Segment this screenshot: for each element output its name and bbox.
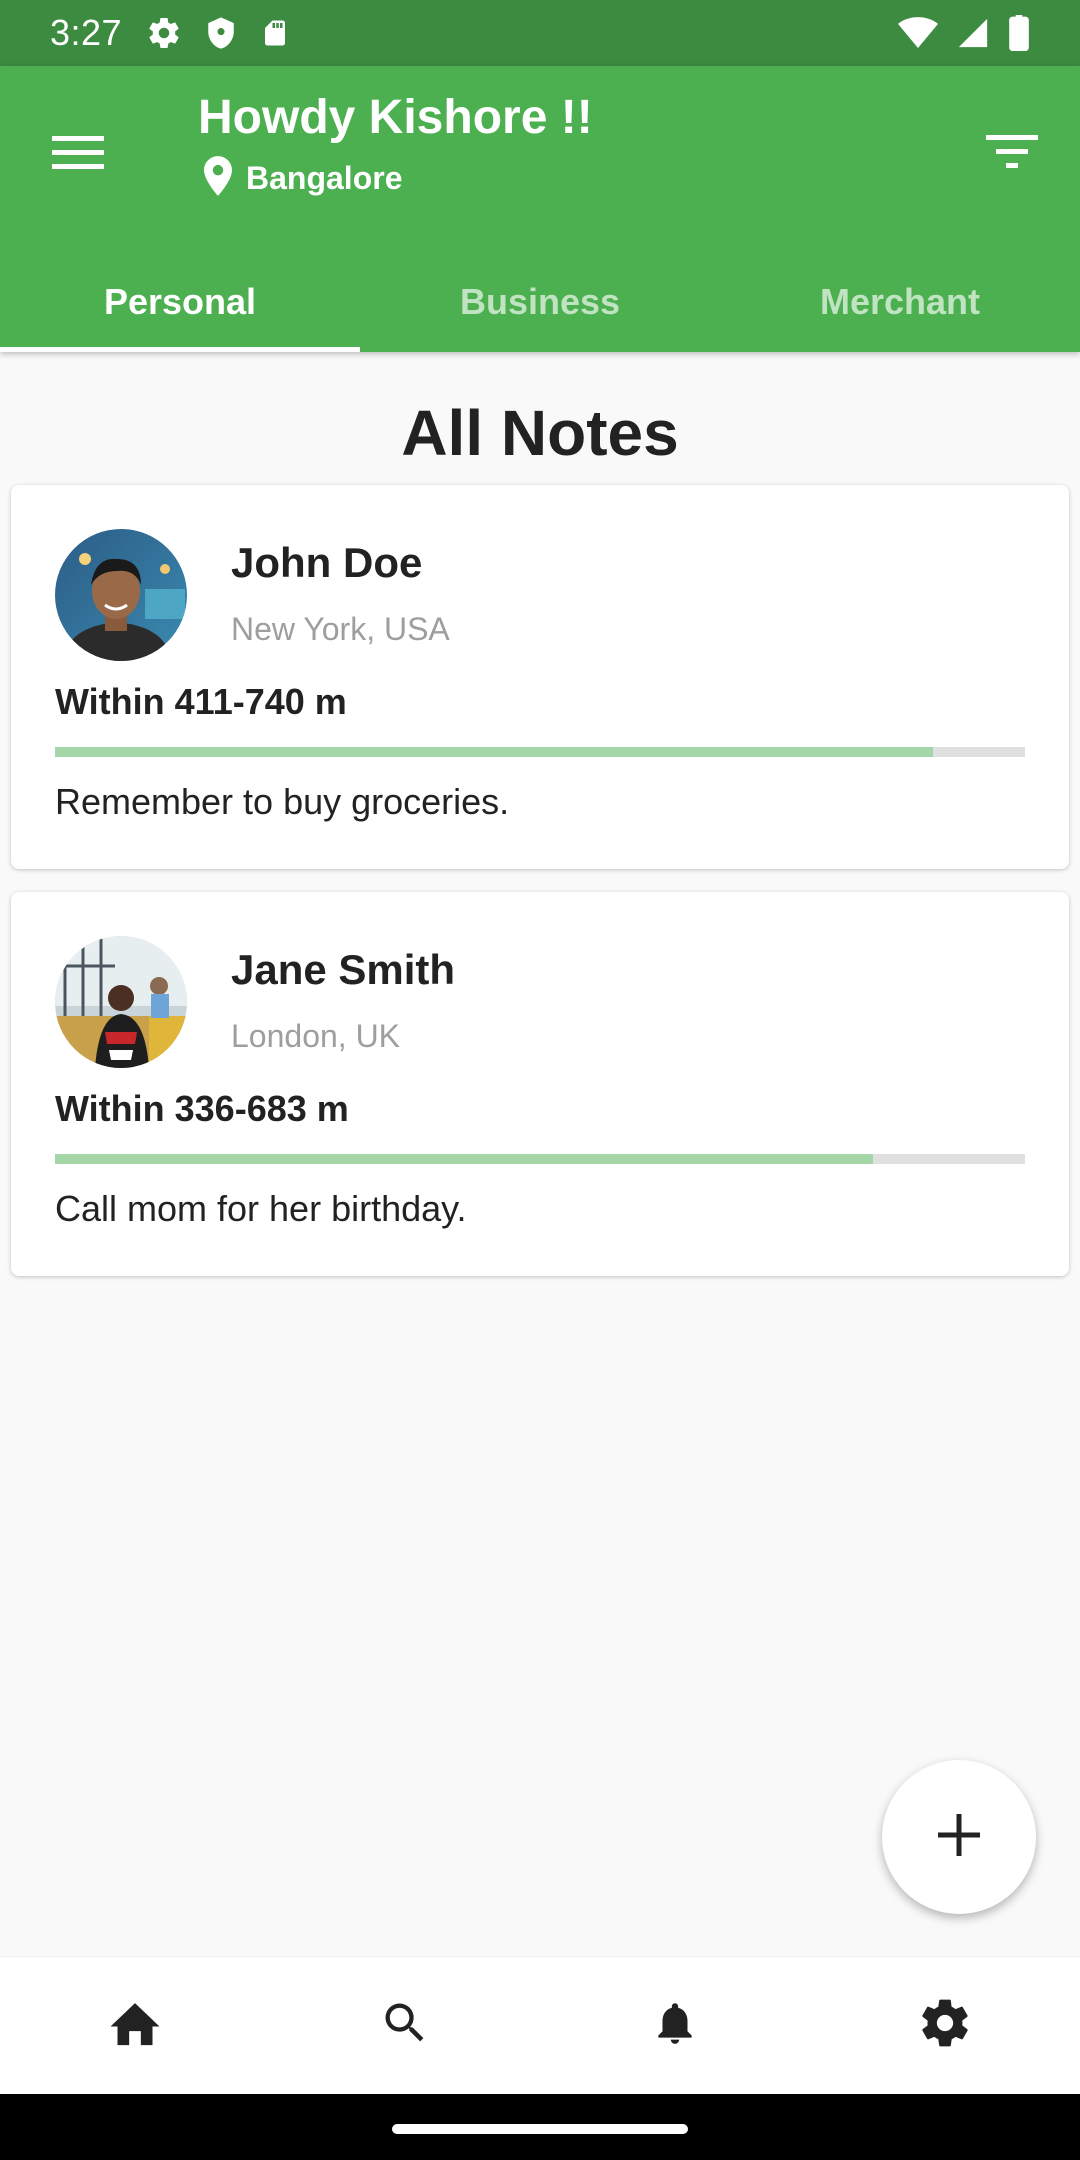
battery-icon [1008,15,1030,51]
distance-label: Within 336-683 m [55,1088,349,1129]
nav-settings[interactable] [810,1957,1080,2094]
status-bar: 3:27 [0,0,1080,66]
contact-name: John Doe [231,539,423,586]
bell-icon [650,1996,700,2055]
distance-progress-bar [55,747,1025,757]
note-card[interactable]: John Doe New York, USA Within 411-740 m … [11,485,1069,869]
filter-icon [986,133,1038,176]
note-card[interactable]: Jane Smith London, UK Within 336-683 m C… [11,892,1069,1276]
sd-card-icon [260,15,290,51]
tab-personal[interactable]: Personal [0,252,360,352]
contact-location: New York, USA [231,611,450,647]
note-text: Call mom for her birthday. [55,1188,467,1229]
wifi-icon [898,16,938,50]
add-note-button[interactable] [882,1760,1036,1914]
nav-home[interactable] [0,1957,270,2094]
app-bar: Howdy Kishore !! Bangalore Personal Busi… [0,66,1080,352]
location-label: Bangalore [246,160,403,196]
greeting-title: Howdy Kishore !! [198,91,593,144]
distance-progress-bar [55,1154,1025,1164]
page-title: All Notes [401,397,679,469]
menu-icon [52,134,104,175]
note-text: Remember to buy groceries. [55,781,510,822]
settings-icon [917,1995,973,2056]
status-time: 3:27 [50,12,123,53]
progress-fill [55,747,933,757]
filter-button[interactable] [980,122,1044,186]
menu-button[interactable] [46,122,110,186]
search-icon [379,1997,431,2054]
tab-merchant[interactable]: Merchant [720,252,1080,352]
distance-label: Within 411-740 m [55,681,347,722]
contact-location: London, UK [231,1018,401,1054]
settings-icon [146,15,182,51]
nav-search[interactable] [270,1957,540,2094]
location-row[interactable]: Bangalore [204,156,402,201]
progress-fill [55,1154,873,1164]
contact-name: Jane Smith [231,946,456,993]
avatar [55,529,187,661]
bottom-navigation [0,1956,1080,2094]
location-pin-icon [204,156,232,201]
nav-notifications[interactable] [540,1957,810,2094]
signal-icon [956,16,990,50]
plus-icon [938,1813,980,1861]
shield-icon [204,15,238,51]
home-icon [107,1998,163,2053]
avatar [55,936,187,1068]
tab-business[interactable]: Business [360,252,720,352]
home-gesture-handle[interactable] [392,2124,688,2134]
tab-bar: Personal Business Merchant [0,252,1080,352]
